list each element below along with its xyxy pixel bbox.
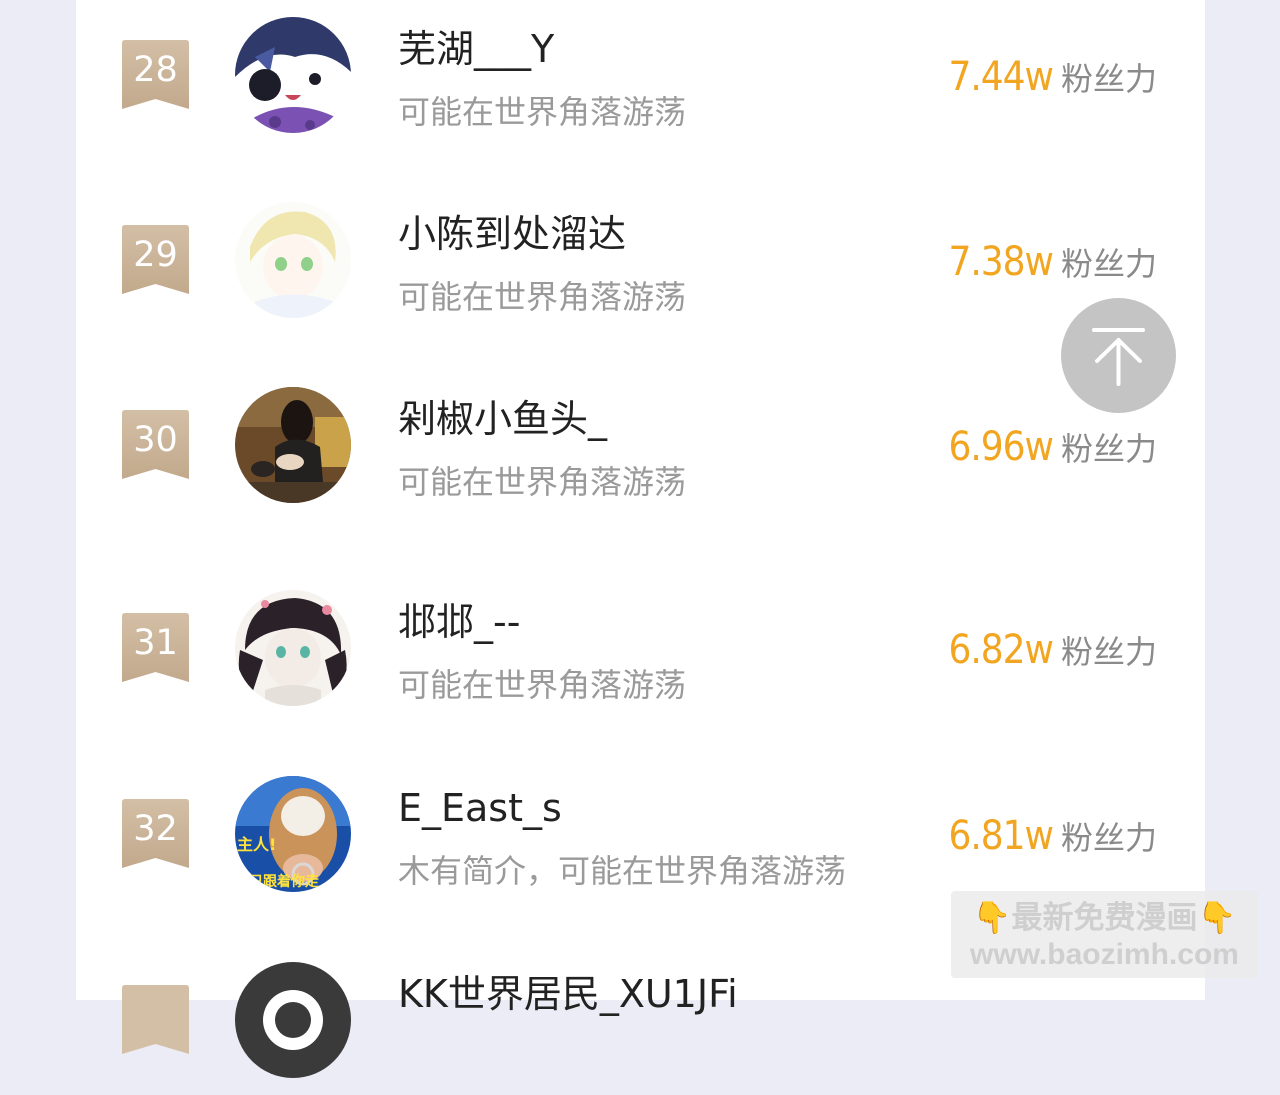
fans-label: 粉丝力 bbox=[1060, 633, 1157, 671]
fans-power: 6.96w 粉丝力 bbox=[948, 424, 1157, 478]
avatar[interactable] bbox=[235, 387, 351, 503]
fans-power: 7.38w 粉丝力 bbox=[948, 239, 1157, 293]
fans-value: 7.38w bbox=[948, 239, 1054, 285]
avatar[interactable] bbox=[235, 17, 351, 133]
avatar-caption-bottom: 只跟着你走 bbox=[249, 873, 320, 890]
fans-power: 6.81w 粉丝力 bbox=[948, 813, 1157, 867]
avatar[interactable] bbox=[235, 962, 351, 1078]
list-item[interactable]: 30 剁椒小鱼头_ 可能在世界角落游荡 6.96w 粉丝力 bbox=[76, 370, 1205, 520]
user-name[interactable]: KK世界居民_XU1JFi bbox=[398, 971, 738, 1017]
rank-badge: 30 bbox=[122, 410, 189, 479]
avatar[interactable]: 主人! 只跟着你走 bbox=[235, 776, 351, 892]
user-bio: 木有简介，可能在世界角落游荡 bbox=[398, 852, 847, 890]
back-to-top-button[interactable] bbox=[1061, 298, 1176, 413]
user-bio: 可能在世界角落游荡 bbox=[398, 463, 687, 501]
fans-label: 粉丝力 bbox=[1060, 60, 1157, 98]
list-item[interactable]: 28 芜湖___Y 可能在世界角落游荡 7.44w 粉丝力 bbox=[76, 0, 1205, 150]
rank-badge: 32 bbox=[122, 799, 189, 868]
fans-power: 6.82w 粉丝力 bbox=[948, 627, 1157, 681]
avatar[interactable] bbox=[235, 590, 351, 706]
rank-badge: 31 bbox=[122, 613, 189, 682]
fans-value: 7.44w bbox=[948, 54, 1054, 100]
ranking-list: 28 芜湖___Y 可能在世界角落游荡 7.44w 粉丝力 29 小陈到处溜达 … bbox=[76, 0, 1205, 1078]
watermark-title: 👇最新免费漫画👇 bbox=[951, 899, 1258, 937]
pointing-down-icon: 👇 bbox=[972, 900, 1012, 936]
user-bio: 可能在世界角落游荡 bbox=[398, 93, 687, 131]
rank-badge bbox=[122, 985, 189, 1054]
rank-number: 30 bbox=[133, 420, 178, 460]
fans-label: 粉丝力 bbox=[1060, 430, 1157, 468]
fans-value: 6.82w bbox=[948, 627, 1054, 673]
user-name[interactable]: 小陈到处溜达 bbox=[398, 211, 626, 257]
list-item[interactable]: 29 小陈到处溜达 可能在世界角落游荡 7.38w 粉丝力 bbox=[76, 185, 1205, 335]
rank-number: 29 bbox=[133, 235, 178, 275]
user-name[interactable]: 芜湖___Y bbox=[398, 26, 554, 72]
list-item[interactable]: 31 邶邶_-- 可能在世界角落游荡 6.82w 粉丝力 bbox=[76, 573, 1205, 723]
watermark-text: 最新免费漫画 bbox=[1011, 900, 1198, 936]
user-name[interactable]: 剁椒小鱼头_ bbox=[398, 396, 607, 442]
watermark: 👇最新免费漫画👇 www.baozimh.com bbox=[951, 891, 1258, 978]
fans-value: 6.96w bbox=[948, 424, 1054, 470]
rank-number: 31 bbox=[133, 623, 178, 663]
watermark-url: www.baozimh.com bbox=[970, 938, 1239, 971]
fans-label: 粉丝力 bbox=[1060, 819, 1157, 857]
pointing-down-icon: 👇 bbox=[1197, 900, 1237, 936]
arrow-up-to-top-icon bbox=[1092, 328, 1145, 386]
avatar-caption-top: 主人! bbox=[237, 835, 276, 854]
fans-value: 6.81w bbox=[948, 813, 1054, 859]
rank-badge: 29 bbox=[122, 225, 189, 294]
user-bio: 可能在世界角落游荡 bbox=[398, 278, 687, 316]
fans-label: 粉丝力 bbox=[1060, 245, 1157, 283]
list-item[interactable]: 32 主人! 只跟着你走 E_East_s 木有简介，可能在世界角落游荡 6.8… bbox=[76, 759, 1205, 909]
user-name[interactable]: E_East_s bbox=[398, 785, 562, 831]
user-bio: 可能在世界角落游荡 bbox=[398, 666, 687, 704]
rank-number: 28 bbox=[133, 50, 178, 90]
rank-number: 32 bbox=[133, 809, 178, 849]
rank-badge: 28 bbox=[122, 40, 189, 109]
user-name[interactable]: 邶邶_-- bbox=[398, 599, 520, 645]
fans-power: 7.44w 粉丝力 bbox=[948, 54, 1157, 108]
avatar[interactable] bbox=[235, 202, 351, 318]
